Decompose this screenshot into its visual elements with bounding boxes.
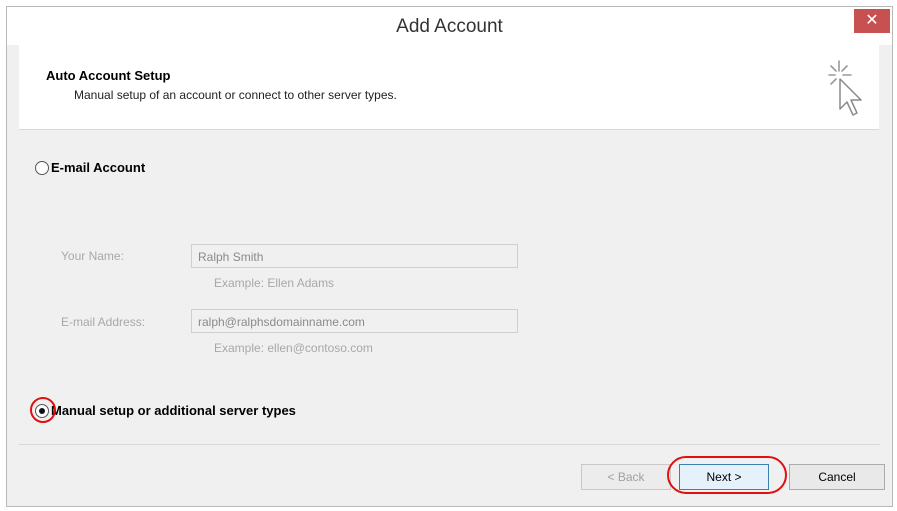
footer-divider	[19, 444, 880, 445]
title-bar: Add Account ✕	[7, 7, 892, 45]
add-account-dialog: Add Account ✕ Auto Account Setup Manual …	[6, 6, 893, 507]
manual-setup-option[interactable]: Manual setup or additional server types	[35, 403, 296, 418]
manual-setup-label: Manual setup or additional server types	[51, 403, 296, 418]
email-account-option[interactable]: E-mail Account	[35, 160, 145, 175]
email-account-label: E-mail Account	[51, 160, 146, 175]
email-address-example: Example: ellen@contoso.com	[214, 341, 373, 355]
close-button[interactable]: ✕	[854, 9, 890, 33]
header-title: Auto Account Setup	[46, 68, 171, 83]
header-subtitle: Manual setup of an account or connect to…	[74, 88, 397, 102]
cursor-click-icon	[828, 60, 862, 116]
cancel-button[interactable]: Cancel	[789, 464, 885, 490]
back-button[interactable]: < Back	[581, 464, 671, 490]
email-address-label: E-mail Address:	[61, 315, 146, 329]
your-name-example: Example: Ellen Adams	[214, 276, 335, 290]
wizard-header: Auto Account Setup Manual setup of an ac…	[19, 45, 879, 130]
window-title: Add Account	[396, 16, 503, 37]
highlight-ellipse-next	[667, 456, 787, 494]
email-account-radio[interactable]	[35, 160, 49, 175]
email-address-input[interactable]: ralph@ralphsdomainname.com	[191, 309, 518, 333]
your-name-input[interactable]: Ralph Smith	[191, 244, 518, 268]
close-icon: ✕	[865, 12, 879, 29]
your-name-label: Your Name:	[61, 249, 124, 263]
highlight-circle-radio	[30, 397, 56, 423]
